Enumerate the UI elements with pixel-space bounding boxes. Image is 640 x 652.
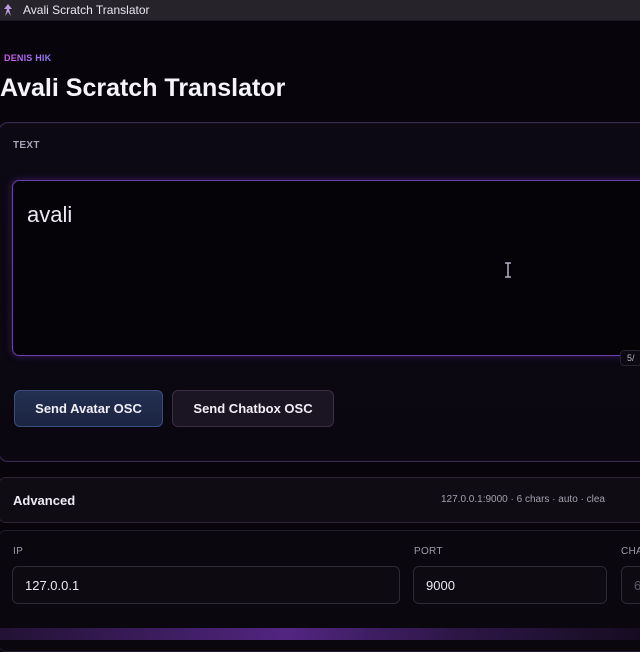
advanced-title: Advanced bbox=[13, 493, 76, 508]
send-avatar-osc-button[interactable]: Send Avatar OSC bbox=[14, 390, 163, 427]
port-field[interactable]: 9000 bbox=[413, 566, 607, 604]
window-title: Avali Scratch Translator bbox=[23, 3, 150, 17]
brand-label: DENIS HIK bbox=[4, 53, 52, 63]
port-label: PORT bbox=[414, 546, 443, 557]
send-chatbox-osc-button[interactable]: Send Chatbox OSC bbox=[172, 390, 334, 427]
page-title: Avali Scratch Translator bbox=[0, 74, 286, 102]
text-cursor-icon bbox=[503, 262, 513, 278]
ip-label: IP bbox=[13, 546, 24, 557]
ip-field[interactable]: 127.0.0.1 bbox=[12, 566, 400, 604]
bottom-glow bbox=[0, 628, 640, 640]
chars-label: CHA bbox=[621, 546, 640, 557]
char-count-badge: 5/ bbox=[620, 350, 640, 366]
chars-field[interactable]: 6 bbox=[621, 566, 640, 604]
text-label: TEXT bbox=[13, 140, 40, 151]
text-input[interactable]: avali bbox=[12, 180, 640, 356]
avali-app-icon bbox=[2, 4, 14, 16]
advanced-summary: 127.0.0.1:9000 · 6 chars · auto · clea bbox=[441, 494, 605, 505]
window-titlebar: Avali Scratch Translator bbox=[0, 0, 640, 21]
